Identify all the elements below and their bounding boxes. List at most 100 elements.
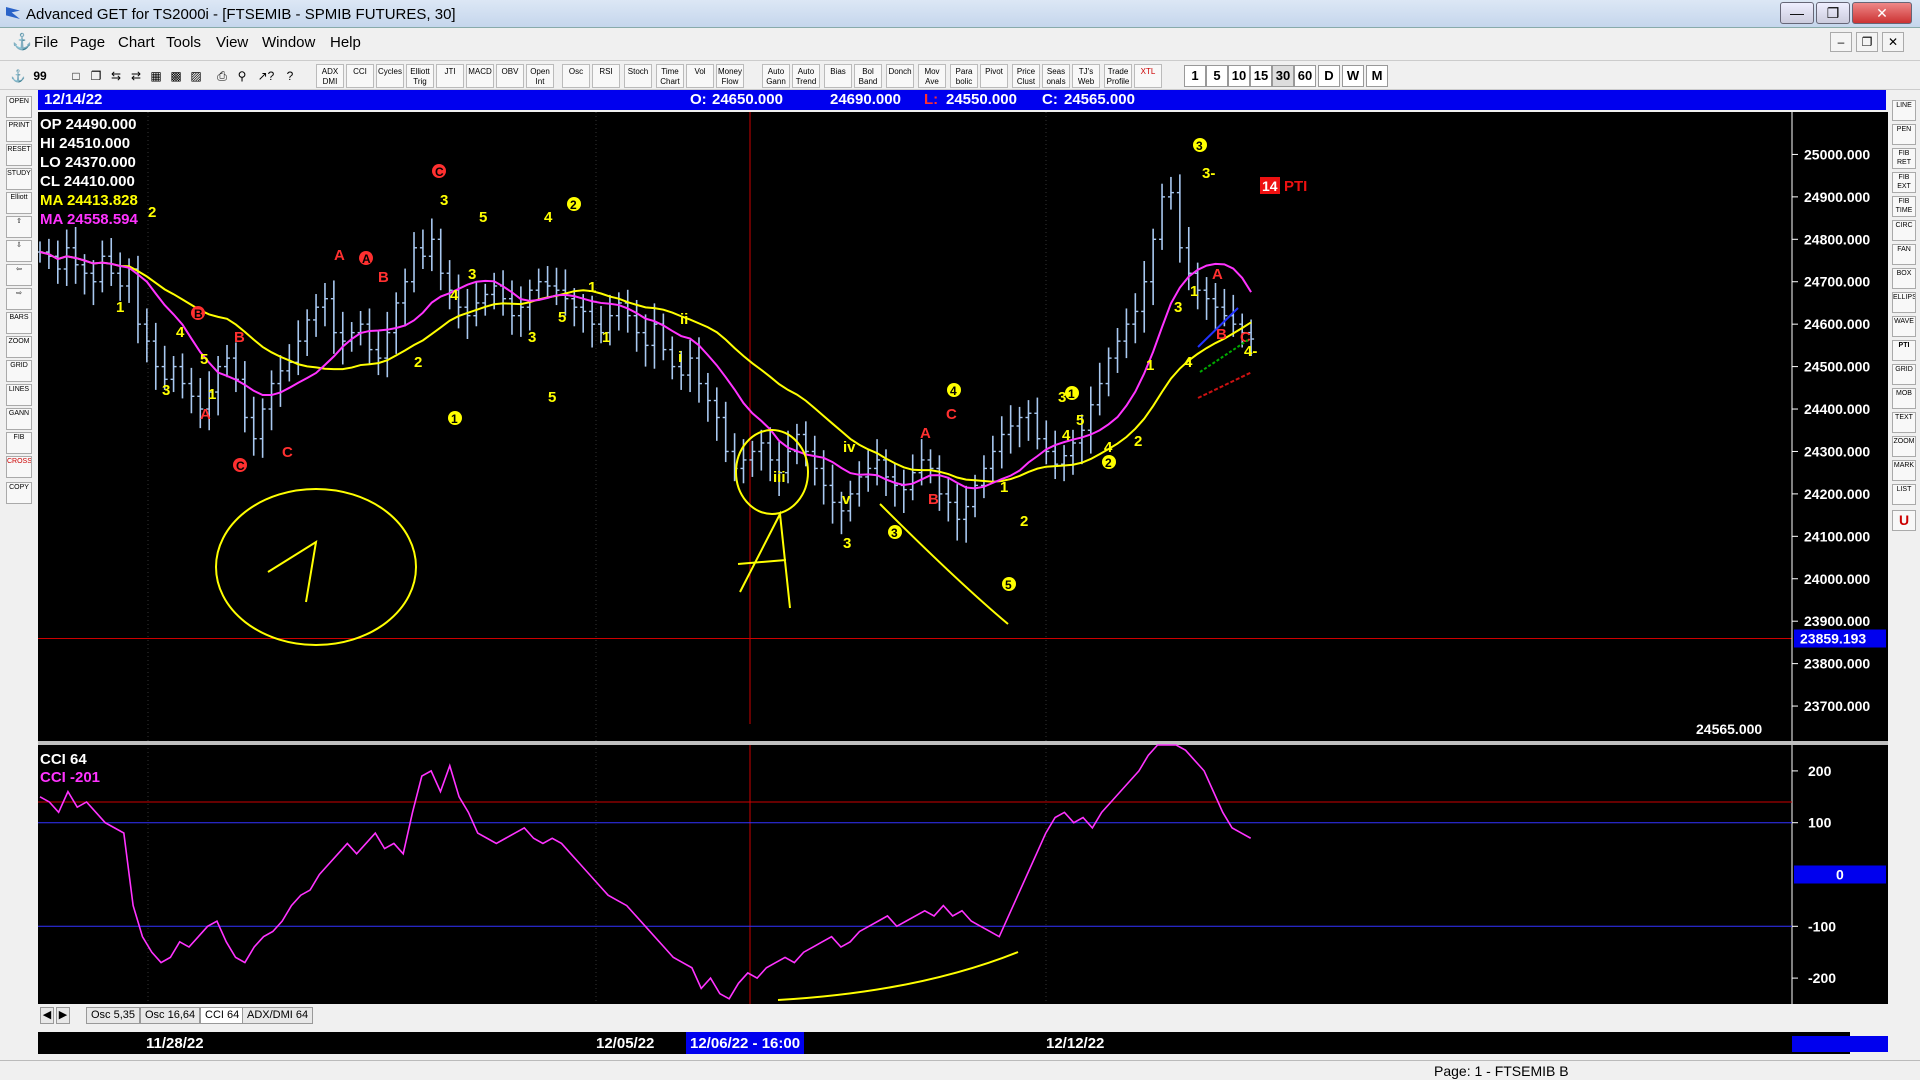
study-button-autogann[interactable]: Auto Gann [762, 64, 790, 88]
study-button-priceclust[interactable]: Price Clust [1012, 64, 1040, 88]
study-button-vol[interactable]: Vol [686, 64, 714, 88]
study-button-tradeprofile[interactable]: Trade Profile [1104, 64, 1132, 88]
period-button-1[interactable]: 1 [1184, 65, 1206, 87]
line-tool[interactable]: LINE [1892, 100, 1916, 121]
ellipse-tool[interactable]: ELLIPS [1892, 292, 1916, 313]
tab-adx-dmi-64[interactable]: ADX/DMI 64 [242, 1007, 314, 1024]
study-button-moneyflow[interactable]: Money Flow [716, 64, 744, 88]
study-button-bias[interactable]: Bias [824, 64, 852, 88]
fan-tool[interactable]: FAN [1892, 244, 1916, 265]
study-button-rsi[interactable]: RSI [592, 64, 620, 88]
wave-tool[interactable]: WAVE [1892, 316, 1916, 337]
pointer-icon[interactable]: ⚓ [8, 65, 28, 87]
text-tool[interactable]: TEXT [1892, 412, 1916, 433]
copy-icon[interactable]: ❐ [86, 65, 106, 87]
study-button-adx[interactable]: ADX DMI [316, 64, 344, 88]
study-tool[interactable]: STUDY [6, 168, 32, 190]
undo-tool[interactable]: U [1892, 510, 1916, 531]
print-icon[interactable]: ⎙ [212, 65, 232, 87]
close-button[interactable]: ✕ [1852, 2, 1912, 24]
reset-tool[interactable]: RESET [6, 144, 32, 166]
pin-icon[interactable]: ⚓ [12, 32, 32, 52]
cascade-icon[interactable]: ▨ [186, 65, 206, 87]
pointer-help-icon[interactable]: ↗? [256, 65, 276, 87]
move-left-icon[interactable]: ⇆ [106, 65, 126, 87]
mdi-close-button[interactable]: ✕ [1882, 32, 1904, 52]
print-tool[interactable]: PRINT [6, 120, 32, 142]
menu-tools[interactable]: Tools [166, 34, 201, 51]
zoom-tool[interactable]: ZOOM [6, 336, 32, 358]
menu-page[interactable]: Page [70, 34, 105, 51]
mob-tool[interactable]: MOB [1892, 388, 1916, 409]
period-button-10[interactable]: 10 [1228, 65, 1250, 87]
study-button-cycles[interactable]: Cycles [376, 64, 404, 88]
down-arrow-icon[interactable]: ⇩ [6, 240, 32, 262]
cross-tool[interactable]: CROSS [6, 456, 32, 478]
copy-tool[interactable]: COPY [6, 482, 32, 504]
zoom-draw-tool[interactable]: ZOOM [1892, 436, 1916, 457]
period-button-15[interactable]: 15 [1250, 65, 1272, 87]
pti-tool[interactable]: PTI [1892, 340, 1916, 361]
tab-osc-16-64[interactable]: Osc 16,64 [140, 1007, 201, 1024]
move-right-icon[interactable]: ⇄ [126, 65, 146, 87]
tab-scroll-left-icon[interactable]: ◀ [40, 1007, 54, 1024]
elliott-tool[interactable]: Elliott [6, 192, 32, 214]
period-button-60[interactable]: 60 [1294, 65, 1316, 87]
study-button-autotrend[interactable]: Auto Trend [792, 64, 820, 88]
bulb-icon[interactable]: ⚲ [232, 65, 252, 87]
menu-chart[interactable]: Chart [118, 34, 155, 51]
study-button-cci[interactable]: CCI [346, 64, 374, 88]
study-button-xtl[interactable]: XTL [1134, 64, 1162, 88]
study-button-elliott[interactable]: Elliott Trig [406, 64, 434, 88]
study-button-stoch[interactable]: Stoch [624, 64, 652, 88]
study-button-obv[interactable]: OBV [496, 64, 524, 88]
period-button-d[interactable]: D [1318, 65, 1340, 87]
gann-tool[interactable]: GANN [6, 408, 32, 430]
up-arrow-icon[interactable]: ⇧ [6, 216, 32, 238]
open-tool[interactable]: OPEN [6, 96, 32, 118]
study-button-openint[interactable]: Open Int [526, 64, 554, 88]
study-button-parabolic[interactable]: Para bolic [950, 64, 978, 88]
bars-tool[interactable]: BARS [6, 312, 32, 334]
help-icon[interactable]: ? [280, 65, 300, 87]
fib-time-tool[interactable]: FIB TIME [1892, 196, 1916, 217]
fib-ext-tool[interactable]: FIB EXT [1892, 172, 1916, 193]
period-button-5[interactable]: 5 [1206, 65, 1228, 87]
pane-divider[interactable] [38, 741, 1888, 745]
study-button-pivot[interactable]: Pivot [980, 64, 1008, 88]
quote-icon[interactable]: 99 [30, 65, 50, 87]
study-button-osc[interactable]: Osc [562, 64, 590, 88]
circle-tool[interactable]: CIRC [1892, 220, 1916, 241]
chart-area[interactable]: 214351BACAB24335345511iiiiiiivv35ABC1234… [38, 112, 1888, 1004]
menu-window[interactable]: Window [262, 34, 315, 51]
layout-icon[interactable]: ▦ [146, 65, 166, 87]
study-button-tjsweb[interactable]: TJ's Web [1072, 64, 1100, 88]
period-button-m[interactable]: M [1366, 65, 1388, 87]
tab-cci-64[interactable]: CCI 64 [200, 1007, 245, 1024]
study-button-donch[interactable]: Donch [886, 64, 914, 88]
study-button-seasonals[interactable]: Seas onals [1042, 64, 1070, 88]
menu-help[interactable]: Help [330, 34, 361, 51]
new-page-icon[interactable]: □ [66, 65, 86, 87]
left-arrow-icon[interactable]: ⇦ [6, 264, 32, 286]
fib-ret-tool[interactable]: FIB RET [1892, 148, 1916, 169]
mdi-restore-button[interactable]: ❐ [1856, 32, 1878, 52]
tab-osc-5-35[interactable]: Osc 5,35 [86, 1007, 141, 1024]
menu-view[interactable]: View [216, 34, 248, 51]
period-button-30[interactable]: 30 [1272, 65, 1294, 87]
list-tool[interactable]: LIST [1892, 484, 1916, 505]
maximize-button[interactable]: ❐ [1816, 2, 1850, 24]
study-button-jti[interactable]: JTI [436, 64, 464, 88]
period-button-w[interactable]: W [1342, 65, 1364, 87]
study-button-macd[interactable]: MACD [466, 64, 494, 88]
box-tool[interactable]: BOX [1892, 268, 1916, 289]
study-button-movave[interactable]: Mov Ave [918, 64, 946, 88]
mark-tool[interactable]: MARK [1892, 460, 1916, 481]
menu-file[interactable]: File [34, 34, 58, 51]
study-button-bolband[interactable]: Bol Band [854, 64, 882, 88]
mdi-minimize-button[interactable]: – [1830, 32, 1852, 52]
date-scroll-thumb[interactable] [1792, 1036, 1888, 1052]
lines-tool[interactable]: LINES [6, 384, 32, 406]
grid-icon[interactable]: ▩ [166, 65, 186, 87]
tab-scroll-right-icon[interactable]: ▶ [56, 1007, 70, 1024]
